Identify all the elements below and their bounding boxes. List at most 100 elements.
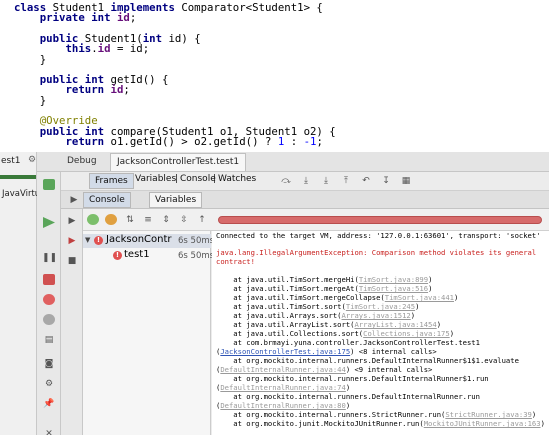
test-fail-icon: ! xyxy=(94,236,103,245)
stop-icon[interactable]: ■ xyxy=(65,255,79,267)
stack-trace-link[interactable]: DefaultInternalRunner.java:80 xyxy=(220,401,346,410)
test-tree-root-name: JacksonContr xyxy=(106,234,172,245)
console-line: (DefaultInternalRunner.java:80) xyxy=(216,401,351,410)
project-item-selected[interactable] xyxy=(0,175,36,179)
rerun-icon[interactable]: ▶ xyxy=(65,215,79,227)
console-line: at org.mockito.internal.runners.DefaultI… xyxy=(216,356,519,365)
console-line: at org.mockito.junit.MockitoJUnitRunner.… xyxy=(216,419,545,428)
camera-icon[interactable]: ◙ xyxy=(42,358,56,370)
rerun-failed-icon[interactable]: ▶ xyxy=(65,235,79,247)
tab-separator: | xyxy=(175,174,179,184)
test-toolbar: ⇅ ≡ ⇕ ⇳ ↑ xyxy=(83,209,549,231)
console-line: at java.util.TimSort.mergeHi(TimSort.jav… xyxy=(216,275,433,284)
settings-icon[interactable]: ⚙ xyxy=(42,378,56,390)
settings-icon[interactable]: ⚙ xyxy=(28,155,36,165)
console-icon: ▶ xyxy=(70,195,78,205)
test-side-toolbar: ▶ ▶ ■ xyxy=(61,209,83,435)
tab-watches[interactable]: Watches xyxy=(218,174,256,184)
sort-duration-icon[interactable]: ≡ xyxy=(141,214,155,226)
sort-alpha-icon[interactable]: ⇅ xyxy=(123,214,137,226)
test-tree-root-time: 6s 50ms xyxy=(178,236,215,246)
test-tree-child[interactable]: ! test1 6s 50ms xyxy=(83,249,215,263)
force-step-into-icon[interactable]: ⤓ xyxy=(319,175,333,187)
test-fail-icon: ! xyxy=(113,251,122,260)
close-icon[interactable]: ✕ xyxy=(42,428,56,435)
stack-trace-link[interactable]: MockitoJUnitRunner.java:163 xyxy=(424,419,541,428)
test-tree-child-name: test1 xyxy=(124,249,150,260)
stack-trace-link[interactable]: ArrayList.java:1454 xyxy=(354,320,436,329)
breakpoints-icon[interactable] xyxy=(43,294,55,305)
code-line[interactable]: return o1.getId() > o2.getId() ? 1 : -1; xyxy=(14,134,322,150)
rerun-icon[interactable] xyxy=(43,179,55,190)
drop-frame-icon[interactable]: ↶ xyxy=(359,175,373,187)
debug-side-toolbar: ❚❚ ▤ ◙ ⚙ 📌 ✕ xyxy=(37,172,61,435)
code-line[interactable]: private int id; xyxy=(14,10,137,26)
code-editor[interactable]: class Student1 implements Comparator<Stu… xyxy=(0,0,549,152)
console-line: (DefaultInternalRunner.java:44) <9 inter… xyxy=(216,365,433,374)
debug-tabs-toolbar: Frames Variables | Console | Watches ⤼ ⤓… xyxy=(61,172,549,191)
stack-trace-link[interactable]: JacksonControllerTest.java:175 xyxy=(220,347,350,356)
test-tree-child-time: 6s 50ms xyxy=(178,251,215,261)
code-line[interactable]: } xyxy=(14,52,46,68)
prev-icon[interactable]: ↑ xyxy=(195,214,209,226)
stack-trace-link[interactable]: StrictRunner.java:39 xyxy=(445,410,532,419)
stack-trace-link[interactable]: TimSort.java:245 xyxy=(346,302,415,311)
tab-separator: | xyxy=(213,174,217,184)
console-line: at java.util.Collections.sort(Collection… xyxy=(216,329,455,338)
evaluate-icon[interactable]: ▦ xyxy=(399,175,413,187)
step-out-icon[interactable]: ⤒ xyxy=(339,175,353,187)
console-output[interactable]: Connected to the target VM, address: '12… xyxy=(212,231,549,435)
console-line: at org.mockito.internal.runners.DefaultI… xyxy=(216,374,489,383)
test-pass-icon[interactable] xyxy=(87,214,99,225)
test-fail-icon[interactable] xyxy=(105,214,117,225)
step-over-icon[interactable]: ⤼ xyxy=(279,175,293,187)
run-to-cursor-icon[interactable]: ↧ xyxy=(379,175,393,187)
step-into-icon[interactable]: ⤓ xyxy=(299,175,313,187)
stack-trace-link[interactable]: Collections.java:175 xyxy=(363,329,450,338)
console-line: at org.mockito.internal.runners.DefaultI… xyxy=(216,392,480,401)
console-line: at java.util.Arrays.sort(Arrays.java:151… xyxy=(216,311,416,320)
console-line: at java.util.TimSort.mergeAt(TimSort.jav… xyxy=(216,284,433,293)
test-progress-bar xyxy=(218,216,542,224)
console-line: Connected to the target VM, address: '12… xyxy=(216,231,541,240)
view-icon[interactable]: ▤ xyxy=(42,334,56,346)
console-line: (DefaultInternalRunner.java:74) xyxy=(216,383,351,392)
stack-trace-link[interactable]: DefaultInternalRunner.java:44 xyxy=(220,365,346,374)
console-line: at java.util.TimSort.sort(TimSort.java:2… xyxy=(216,302,420,311)
debug-title-bar: Debug JacksonControllerTest.test1 xyxy=(37,152,549,172)
pin-icon[interactable]: 📌 xyxy=(42,398,56,410)
stack-trace-link[interactable]: DefaultInternalRunner.java:74 xyxy=(220,383,346,392)
pause-icon[interactable]: ❚❚ xyxy=(42,252,57,264)
test-tree-root[interactable]: ▼ ! JacksonContr 6s 50ms xyxy=(83,234,215,248)
console-line: at org.mockito.internal.runners.StrictRu… xyxy=(216,410,537,419)
run-config-tab[interactable]: JacksonControllerTest.test1 xyxy=(110,153,247,171)
stack-trace-link[interactable]: TimSort.java:441 xyxy=(385,293,454,302)
collapse-all-icon[interactable]: ⇳ xyxy=(177,214,191,226)
resume-icon[interactable] xyxy=(43,217,55,228)
code-line[interactable]: } xyxy=(14,93,46,109)
test-tree: ▼ ! JacksonContr 6s 50ms ! test1 6s 50ms xyxy=(83,231,215,435)
expand-all-icon[interactable]: ⇕ xyxy=(159,214,173,226)
stack-trace-link[interactable]: TimSort.java:899 xyxy=(359,275,428,284)
console-line: (JacksonControllerTest.java:175) <8 inte… xyxy=(216,347,437,356)
debug-tool-window: est1 ⚙ JavaVirtu Debug JacksonController… xyxy=(0,152,549,435)
debug-title: Debug xyxy=(67,156,97,166)
console-line: at java.util.ArrayList.sort(ArrayList.ja… xyxy=(216,320,442,329)
expand-arrow-icon[interactable]: ▼ xyxy=(85,236,90,244)
project-item-label[interactable]: JavaVirtu xyxy=(2,189,40,199)
sub-tab-strip: ▶ Console Variables xyxy=(61,191,549,209)
tab-frames[interactable]: Frames xyxy=(89,173,134,189)
tab-variables[interactable]: Variables xyxy=(135,174,176,184)
mute-icon[interactable] xyxy=(43,314,55,325)
project-label: est1 xyxy=(1,156,21,166)
stack-trace-link[interactable]: TimSort.java:516 xyxy=(359,284,428,293)
console-line: at java.util.TimSort.mergeCollapse(TimSo… xyxy=(216,293,459,302)
console-line: java.lang.IllegalArgumentException: Comp… xyxy=(216,248,537,257)
project-strip: est1 ⚙ JavaVirtu xyxy=(0,152,40,435)
tab-console-sub[interactable]: Console xyxy=(83,192,131,208)
stack-trace-link[interactable]: Arrays.java:1512 xyxy=(342,311,411,320)
stop-icon[interactable] xyxy=(43,274,55,285)
tab-variables-sub[interactable]: Variables xyxy=(149,192,203,208)
tab-console[interactable]: Console xyxy=(180,174,216,184)
console-line: contract! xyxy=(216,257,255,266)
